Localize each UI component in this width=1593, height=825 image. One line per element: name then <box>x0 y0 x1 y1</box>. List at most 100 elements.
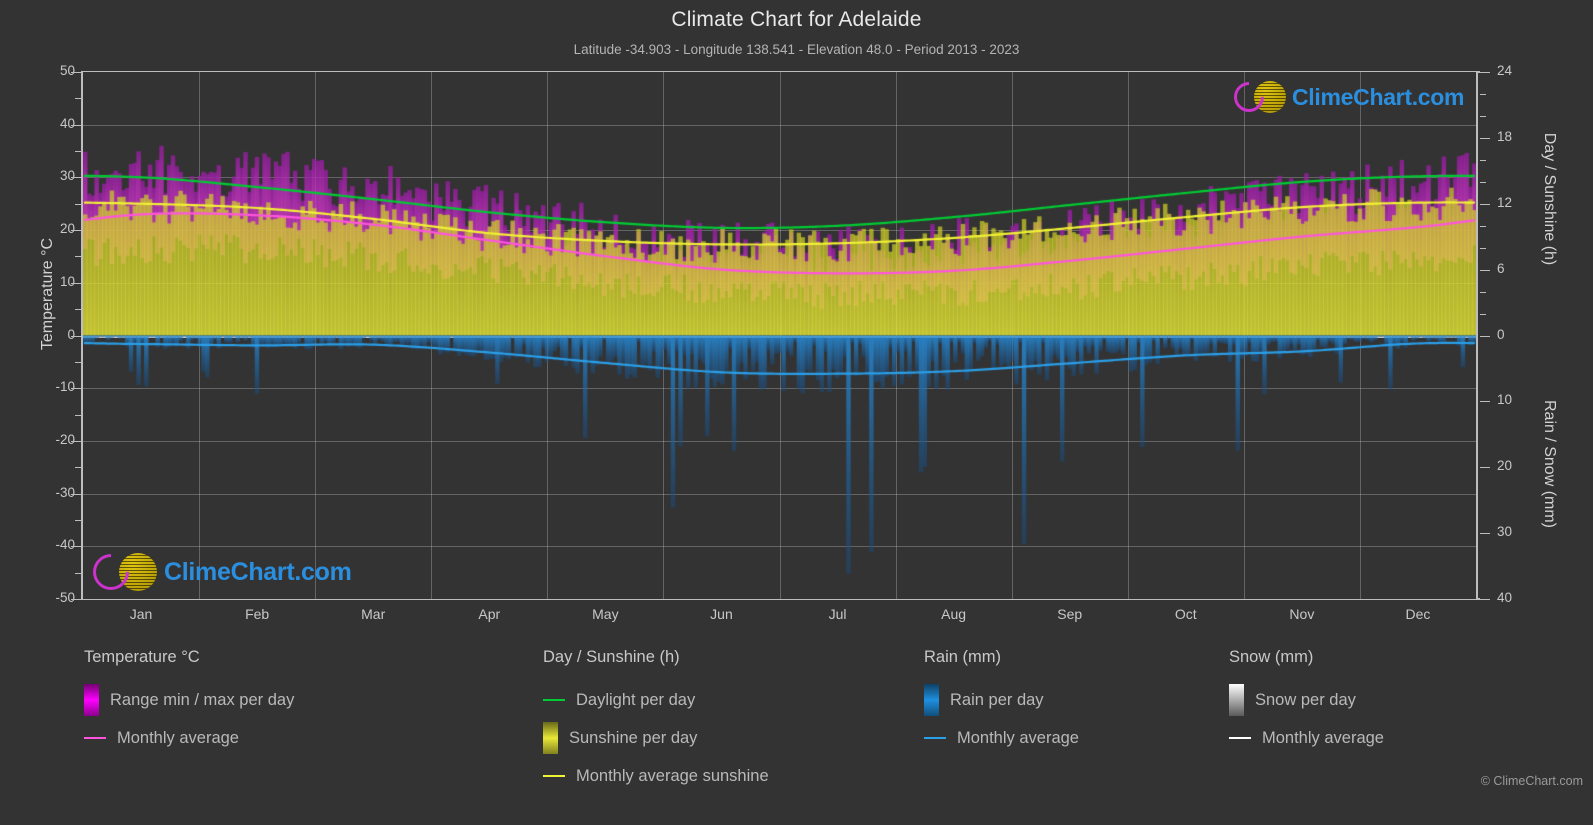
y-tick-mark-left <box>71 494 81 495</box>
x-tick-label-apr: Apr <box>429 606 549 622</box>
legend-item[interactable]: Monthly average <box>84 719 294 757</box>
legend-swatch-icon <box>84 684 99 716</box>
y-tick-label-left: 50 <box>29 63 75 78</box>
legend-line-icon <box>543 775 565 777</box>
y-tick-mark-left <box>71 546 81 547</box>
x-tick-label-oct: Oct <box>1126 606 1246 622</box>
copyright-text: © ClimeChart.com <box>1393 774 1583 788</box>
y-axis-right-top-label: Day / Sunshine (h) <box>1540 79 1558 319</box>
legend-item-label: Monthly average <box>1262 729 1384 748</box>
y-tick-mark-right-minor <box>1480 94 1486 95</box>
y-tick-label-right-day: 12 <box>1497 195 1543 210</box>
legend-line-icon <box>924 737 946 739</box>
y-tick-mark-right-minor <box>1480 314 1486 315</box>
chart-plot-area <box>81 72 1478 599</box>
logo-text: ClimeChart.com <box>164 558 352 587</box>
y-tick-label-right-day: 18 <box>1497 129 1543 144</box>
x-tick-label-mar: Mar <box>313 606 433 622</box>
y-tick-mark-right <box>1480 401 1490 402</box>
y-tick-label-left: -30 <box>29 485 75 500</box>
legend-item[interactable]: Sunshine per day <box>543 719 769 757</box>
legend-rows: Range min / max per day Monthly average <box>84 681 294 757</box>
legend-item-label: Daylight per day <box>576 691 695 710</box>
y-tick-mark-right <box>1480 72 1490 73</box>
legend-line-icon <box>1229 737 1251 739</box>
y-tick-mark-left <box>71 125 81 126</box>
y-tick-mark-left-minor <box>75 520 81 521</box>
y-tick-mark-left-minor <box>75 415 81 416</box>
y-tick-label-left: -50 <box>29 590 75 605</box>
legend-item-label: Monthly average <box>957 729 1079 748</box>
legend-line-icon <box>84 737 106 739</box>
legend-item[interactable]: Rain per day <box>924 681 1079 719</box>
y-tick-label-left: 40 <box>29 116 75 131</box>
legend-column-temperature: Temperature °C Range min / max per day Mo… <box>84 648 294 757</box>
y-tick-mark-left-minor <box>75 573 81 574</box>
y-tick-mark-right-minor <box>1480 226 1486 227</box>
y-tick-mark-left <box>71 72 81 73</box>
y-tick-label-right-rain: 10 <box>1497 392 1543 407</box>
legend-swatch-icon <box>1229 684 1244 716</box>
y-tick-mark-right-minor <box>1480 160 1486 161</box>
legend-item[interactable]: Monthly average sunshine <box>543 757 769 795</box>
x-tick-label-aug: Aug <box>894 606 1014 622</box>
chart-legend: Temperature °C Range min / max per day Mo… <box>0 648 1593 798</box>
legend-heading: Temperature °C <box>84 648 294 667</box>
legend-item[interactable]: Range min / max per day <box>84 681 294 719</box>
y-tick-label-right-rain: 20 <box>1497 458 1543 473</box>
y-tick-mark-left-minor <box>75 151 81 152</box>
y-tick-label-left: -40 <box>29 537 75 552</box>
y-tick-label-left: 30 <box>29 168 75 183</box>
legend-item-label: Monthly average <box>117 729 239 748</box>
page-subtitle: Latitude -34.903 - Longitude 138.541 - E… <box>0 42 1593 57</box>
legend-item[interactable]: Monthly average <box>924 719 1079 757</box>
y-tick-mark-left-minor <box>75 467 81 468</box>
logo-text: ClimeChart.com <box>1292 84 1464 111</box>
page-title: Climate Chart for Adelaide <box>0 8 1593 32</box>
x-tick-label-jul: Jul <box>778 606 898 622</box>
y-axis-right-bottom-label: Rain / Snow (mm) <box>1540 344 1558 584</box>
legend-rows: Rain per day Monthly average <box>924 681 1079 757</box>
y-tick-mark-right <box>1480 467 1490 468</box>
x-tick-label-feb: Feb <box>197 606 317 622</box>
y-tick-mark-right-minor <box>1480 116 1486 117</box>
y-tick-mark-right <box>1480 204 1490 205</box>
legend-item[interactable]: Monthly average <box>1229 719 1384 757</box>
y-tick-mark-left <box>71 388 81 389</box>
y-tick-label-right-day: 6 <box>1497 261 1543 276</box>
y-tick-label-right-day: 0 <box>1497 327 1543 342</box>
x-tick-label-jun: Jun <box>661 606 781 622</box>
y-tick-mark-left <box>71 177 81 178</box>
x-tick-label-nov: Nov <box>1242 606 1362 622</box>
y-tick-mark-left-minor <box>75 362 81 363</box>
legend-item[interactable]: Snow per day <box>1229 681 1384 719</box>
y-tick-mark-right <box>1480 533 1490 534</box>
legend-column-day-sunshine: Day / Sunshine (h) Daylight per daySunsh… <box>543 648 769 795</box>
y-tick-label-right-day: 24 <box>1497 63 1543 78</box>
y-tick-mark-left <box>71 599 81 600</box>
legend-item-label: Snow per day <box>1255 691 1356 710</box>
watermark-logo-bottom: ClimeChart.com <box>93 553 352 591</box>
legend-heading: Snow (mm) <box>1229 648 1384 667</box>
legend-column-rain: Rain (mm) Rain per day Monthly average <box>924 648 1079 757</box>
legend-rows: Daylight per day Sunshine per dayMonthly … <box>543 681 769 795</box>
legend-heading: Rain (mm) <box>924 648 1079 667</box>
y-tick-mark-left <box>71 230 81 231</box>
x-tick-label-dec: Dec <box>1358 606 1478 622</box>
y-tick-mark-right <box>1480 138 1490 139</box>
y-axis-left-label: Temperature °C <box>39 184 57 404</box>
y-tick-mark-right <box>1480 336 1490 337</box>
watermark-logo-top: ClimeChart.com <box>1234 81 1464 113</box>
legend-item-label: Range min / max per day <box>110 691 294 710</box>
y-tick-mark-left <box>71 441 81 442</box>
y-tick-mark-right-minor <box>1480 292 1486 293</box>
legend-column-snow: Snow (mm) Snow per day Monthly average <box>1229 648 1384 757</box>
y-tick-mark-left-minor <box>75 256 81 257</box>
y-tick-mark-left-minor <box>75 98 81 99</box>
legend-swatch-icon <box>543 722 558 754</box>
y-tick-mark-left-minor <box>75 309 81 310</box>
legend-item[interactable]: Daylight per day <box>543 681 769 719</box>
y-tick-mark-left <box>71 283 81 284</box>
chart-series-canvas <box>83 72 1476 599</box>
y-tick-label-right-rain: 40 <box>1497 590 1543 605</box>
